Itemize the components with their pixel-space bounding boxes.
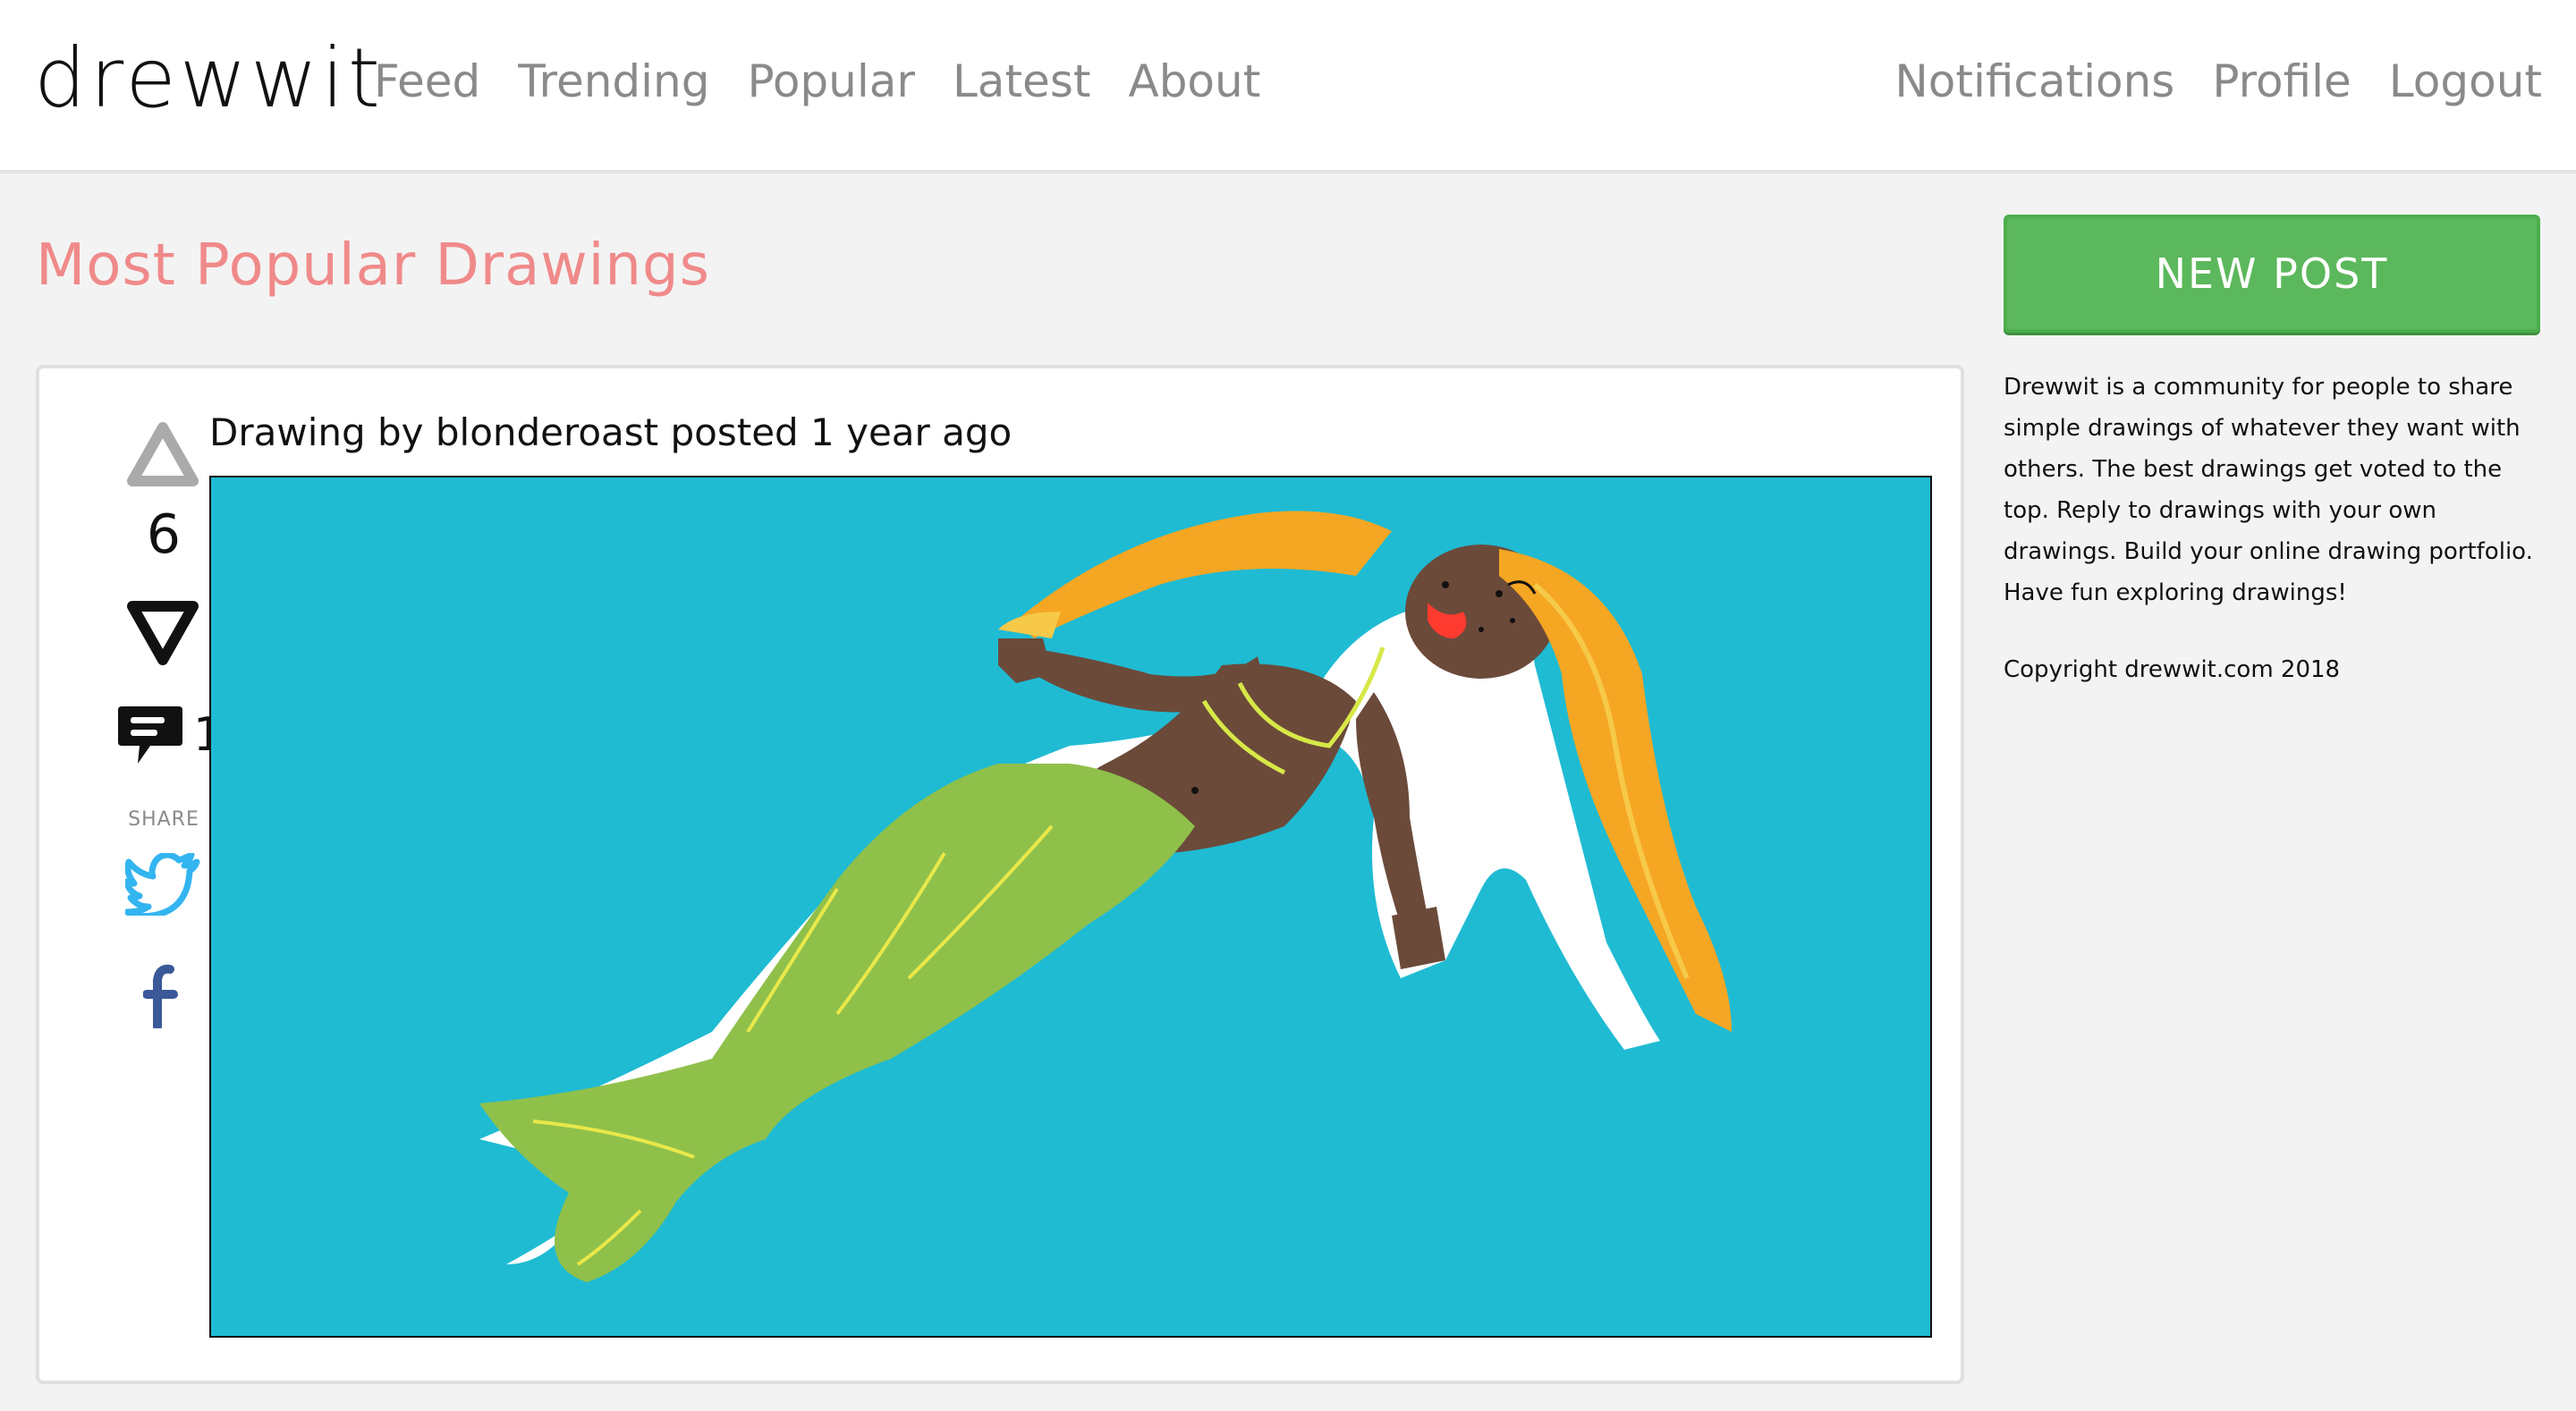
- about-text: Drewwit is a community for people to sha…: [2004, 374, 2533, 606]
- nav-about[interactable]: About: [1128, 50, 1260, 113]
- page-title: Most Popular Drawings: [36, 232, 710, 299]
- mermaid-drawing: [479, 511, 1732, 1282]
- primary-nav: Feed Trending Popular Latest About: [374, 50, 1260, 113]
- upvote-icon[interactable]: [125, 418, 200, 490]
- nav-feed[interactable]: Feed: [374, 50, 480, 113]
- nav-popular[interactable]: Popular: [747, 50, 914, 113]
- site-logo[interactable]: drewwit: [34, 25, 384, 132]
- post-card: 6 1 SHARE Drawing by blonderoast posted …: [36, 365, 1964, 1384]
- downvote-icon[interactable]: [125, 597, 200, 669]
- nav-latest[interactable]: Latest: [953, 50, 1091, 113]
- twitter-icon[interactable]: [125, 853, 200, 916]
- nav-trending[interactable]: Trending: [518, 50, 709, 113]
- account-nav: Notifications Profile Logout: [1894, 50, 2542, 113]
- comment-icon[interactable]: [114, 701, 186, 769]
- nav-profile[interactable]: Profile: [2212, 50, 2351, 113]
- new-post-button[interactable]: NEW POST: [2004, 215, 2540, 333]
- drawing-canvas[interactable]: [209, 476, 1932, 1338]
- top-navbar: drewwit Feed Trending Popular Latest Abo…: [0, 0, 2576, 173]
- nav-logout[interactable]: Logout: [2389, 50, 2542, 113]
- facebook-icon[interactable]: [143, 964, 182, 1028]
- nav-notifications[interactable]: Notifications: [1894, 50, 2174, 113]
- copyright-text: Copyright drewwit.com 2018: [2004, 656, 2341, 683]
- post-meta: Drawing by blonderoast posted 1 year ago: [209, 410, 1013, 454]
